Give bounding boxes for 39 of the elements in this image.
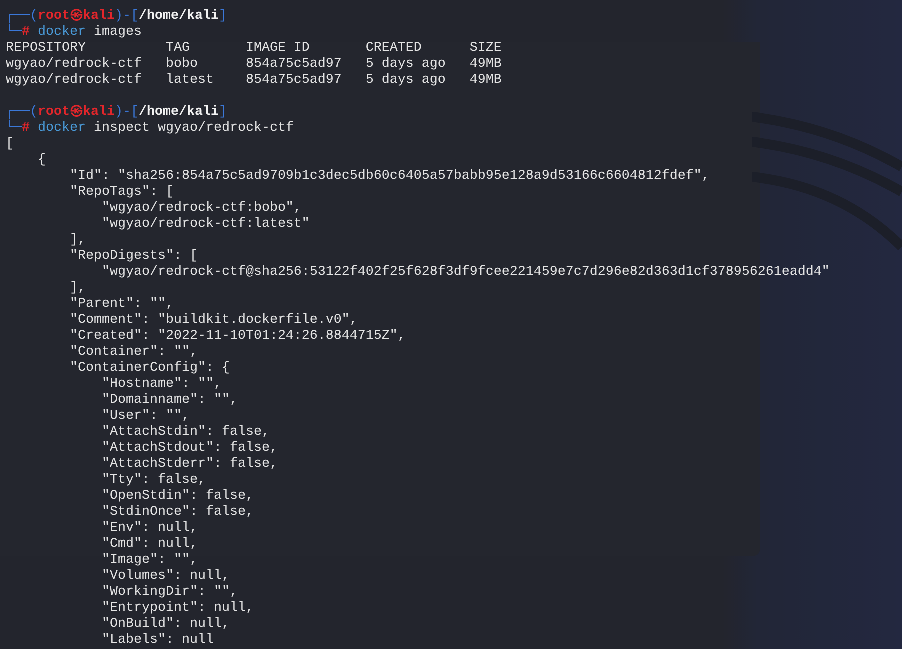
- output-line: "Id": "sha256:854a75c5ad9709b1c3dec5db60c6405a57babb95e128a9d53166c6604812fdef",: [68, 169, 710, 185]
- output-line: "Domainname": "",: [100, 393, 238, 409]
- output-line: "Env": null,: [100, 521, 198, 537]
- output-line: {: [36, 153, 46, 169]
- output-line: "Volumes": null,: [100, 569, 230, 585]
- output-line: "WorkingDir": "",: [100, 585, 238, 601]
- command-line: └─# docker inspect wgyao/redrock-ctf: [6, 121, 294, 137]
- output-line: "StdinOnce": false,: [100, 505, 254, 521]
- output-line: wgyao/redrock-ctf latest 854a75c5ad97 5 days ago 49MB: [6, 73, 502, 89]
- output-line: "AttachStdin": false,: [100, 425, 270, 441]
- output-line: wgyao/redrock-ctf bobo 854a75c5ad97 5 days ago 49MB: [6, 57, 502, 73]
- output-line: [: [6, 137, 14, 153]
- output-line: "RepoTags": [: [68, 185, 174, 201]
- output-line: "AttachStdout": false,: [100, 441, 278, 457]
- output-line: "Parent": "",: [68, 297, 174, 313]
- output-line: ],: [68, 281, 86, 297]
- output-line: "Entrypoint": null,: [100, 601, 254, 617]
- command-line: └─# docker images: [6, 25, 142, 41]
- output-line: "AttachStderr": false,: [100, 457, 278, 473]
- output-line: "Labels": null: [100, 633, 214, 649]
- output-line: "wgyao/redrock-ctf:bobo",: [100, 201, 302, 217]
- output-line: "RepoDigests": [: [68, 249, 198, 265]
- output-line: "User": "",: [100, 409, 190, 425]
- output-line: "Comment": "buildkit.dockerfile.v0",: [68, 313, 358, 329]
- output-line: ],: [68, 233, 86, 249]
- output-line: "Cmd": null,: [100, 537, 198, 553]
- prompt-line: ┌──(root㉿kali)-[/home/kali]: [6, 105, 227, 120]
- output-line: "wgyao/redrock-ctf@sha256:53122f402f25f628f3df9fcee221459e7c7d296e82d363d1cf378956261eadd4": [100, 265, 830, 281]
- prompt-line: ┌──(root㉿kali)-[/home/kali]: [6, 9, 227, 24]
- output-line: "ContainerConfig": {: [68, 361, 230, 377]
- output-line: "Container": "",: [68, 345, 198, 361]
- output-line: "OpenStdin": false,: [100, 489, 254, 505]
- output-line: "Created": "2022-11-10T01:24:26.8844715Z",: [68, 329, 406, 345]
- output-line: "wgyao/redrock-ctf:latest": [100, 217, 310, 233]
- output-line: "Tty": false,: [100, 473, 206, 489]
- output-line: REPOSITORY TAG IMAGE ID CREATED SIZE: [6, 41, 502, 57]
- output-line: "OnBuild": null,: [100, 617, 230, 633]
- output-line: "Image": "",: [100, 553, 198, 569]
- output-line: "Hostname": "",: [100, 377, 222, 393]
